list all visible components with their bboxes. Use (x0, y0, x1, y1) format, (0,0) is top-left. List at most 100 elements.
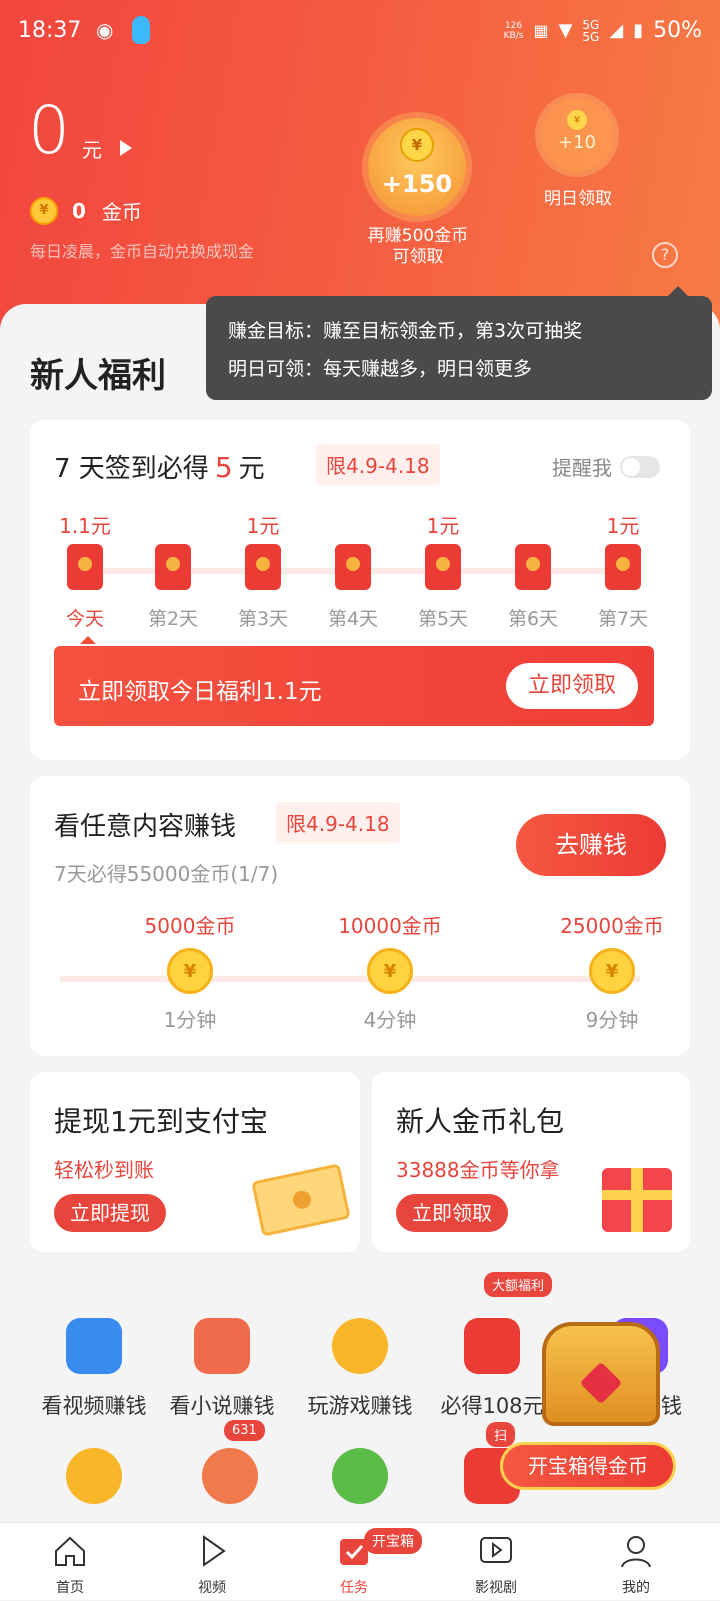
battery-icon: ▮ (633, 20, 644, 41)
remind-toggle[interactable] (620, 455, 660, 478)
claim-button[interactable]: 立即领取 (506, 663, 638, 709)
tab-mine[interactable]: 我的 (576, 1523, 696, 1601)
tab-drama[interactable]: 影视剧 (436, 1523, 556, 1601)
coin-count: 0 (72, 198, 86, 223)
home-icon (55, 1536, 85, 1566)
status-bar: 18:37 ◉ 126 KB/s ▦ ▼ 5G 5G ◢ ▮ 50% (0, 0, 720, 66)
today-pointer (80, 636, 96, 644)
day-item[interactable]: 第2天 (128, 510, 218, 631)
wifi-icon: ▼ (558, 20, 573, 41)
red-envelope-icon (425, 544, 461, 590)
coin-label: 金币 (101, 200, 142, 224)
cash-balance[interactable]: 0 (28, 92, 70, 169)
grid-item-game[interactable]: 玩游戏赚钱 (290, 1296, 430, 1420)
gift-card[interactable]: 新人金币礼包 33888金币等你拿 立即领取 (372, 1072, 690, 1252)
watch-date-tag: 限4.9-4.18 (276, 802, 400, 843)
signin-title: 7 天签到必得 5 元 (54, 451, 265, 484)
goal-amount: +150 (381, 170, 453, 198)
coin-icon: ¥ (367, 948, 413, 994)
go-earn-button[interactable]: 去赚钱 (516, 814, 666, 876)
tooltip-line-1: 赚金目标：赚至目标领金币，第3次可抽奖 (228, 320, 583, 342)
open-chest-button[interactable]: 开宝箱得金币 (500, 1442, 676, 1490)
bottom-tab-bar: 首页 视频 任务 影视剧 我的 (0, 1522, 720, 1600)
red-envelope-icon (605, 544, 641, 590)
watch-title: 看任意内容赚钱 (54, 812, 237, 842)
withdraw-card[interactable]: 提现1元到支付宝 轻松秒到账 立即提现 (30, 1072, 360, 1252)
profile-icon (621, 1536, 651, 1568)
network-type: 5G 5G (582, 17, 600, 44)
goal-caption: 再赚500金币 可领取 (367, 226, 469, 267)
gift-box-icon (602, 1168, 672, 1232)
grid-item-novel[interactable]: 看小说赚钱 (152, 1296, 292, 1420)
net-speed: 126 KB/s (503, 20, 524, 41)
tab-home[interactable]: 首页 (10, 1523, 130, 1601)
coin-icon: ¥ (589, 948, 635, 994)
day-item[interactable]: 1.1元 今天 (40, 510, 130, 631)
milestone: 10000金币 ¥ 4分钟 (338, 914, 442, 1032)
count-badge: 631 (224, 1420, 265, 1441)
status-right: 126 KB/s ▦ ▼ 5G 5G ◢ ▮ 50% (504, 18, 702, 43)
watch-earn-card: 看任意内容赚钱 限4.9-4.18 7天必得55000金币(1/7) 去赚钱 5… (30, 776, 690, 1056)
red-envelope-icon (245, 544, 281, 590)
withdraw-subtitle: 轻松秒到账 (54, 1158, 154, 1182)
big-welfare-badge: 大额福利 (484, 1272, 553, 1297)
remind-label: 提醒我 (552, 456, 612, 480)
claim-text: 立即领取今日福利1.1元 (78, 679, 322, 705)
section-title: 新人福利 (30, 356, 166, 396)
gift-subtitle: 33888金币等你拿 (396, 1158, 560, 1182)
battery-level: 50% (653, 18, 702, 43)
signin-date-tag: 限4.9-4.18 (316, 444, 440, 485)
book-icon (194, 1318, 250, 1374)
moon-icon (66, 1448, 122, 1504)
red-envelope-icon (515, 544, 551, 590)
tv-icon (480, 1537, 512, 1563)
help-tooltip: 赚金目标：赚至目标领金币，第3次可抽奖 明日可领：每天赚越多，明日领更多 (206, 286, 712, 400)
grid-item-video[interactable]: 看视频赚钱 (24, 1296, 164, 1420)
cash-stack-icon (251, 1163, 351, 1237)
red-envelope-icon (155, 544, 191, 590)
milestone: 5000金币 ¥ 1分钟 (144, 914, 236, 1032)
balance-arrow-icon[interactable] (120, 140, 132, 156)
grid-item-row2[interactable] (24, 1426, 164, 1504)
pacman-icon (332, 1318, 388, 1374)
coin-icon: ¥ (400, 128, 434, 162)
watch-progress-text: 7天必得55000金币(1/7) (54, 862, 279, 886)
cash-unit: 元 (82, 138, 102, 162)
tab-chest-badge: 开宝箱 (364, 1528, 422, 1554)
tomorrow-caption: 明日领取 (544, 189, 612, 209)
goal-coin-button[interactable]: ¥ +150 (368, 118, 466, 216)
withdraw-title: 提现1元到支付宝 (54, 1105, 268, 1138)
coin-icon: ¥ (567, 110, 587, 130)
day-item[interactable]: 第4天 (308, 510, 398, 631)
red-envelope-icon (67, 544, 103, 590)
scan-badge: 扫 (486, 1422, 516, 1447)
day-item[interactable]: 1元 第7天 (578, 510, 668, 631)
signin-days: 1.1元 今天 第2天 1元 第3天 第4天 1元 第5天 第6天 1元 第7天 (30, 510, 690, 650)
weibo-icon: ◉ (96, 18, 114, 42)
remind-toggle-row[interactable]: 提醒我 (552, 452, 660, 481)
signal-icon: ◢ (609, 20, 624, 41)
video-icon (66, 1318, 122, 1374)
red-envelope-icon (335, 544, 371, 590)
milestone: 25000金币 ¥ 9分钟 (560, 914, 664, 1032)
day-item[interactable]: 1元 第3天 (218, 510, 308, 631)
tomorrow-coin-button[interactable]: ¥ +10 (540, 98, 614, 172)
coin-balance[interactable]: ¥ 0 金币 (30, 196, 142, 225)
tree-icon (332, 1448, 388, 1504)
gift-claim-button[interactable]: 立即领取 (396, 1194, 508, 1232)
claim-bar[interactable]: 立即领取今日福利1.1元 立即领取 (54, 646, 654, 726)
gift-title: 新人金币礼包 (396, 1105, 565, 1138)
grid-item-row2[interactable] (290, 1426, 430, 1504)
qq-icon (132, 16, 150, 44)
signin-card: 7 天签到必得 5 元 限4.9-4.18 提醒我 1.1元 今天 第2天 1元 第… (30, 420, 690, 760)
nfc-icon: ▦ (533, 21, 549, 40)
day-item[interactable]: 1元 第5天 (398, 510, 488, 631)
help-icon[interactable]: ? (652, 242, 678, 268)
treasure-chest-icon[interactable] (528, 1314, 674, 1434)
play-icon (203, 1535, 226, 1567)
tab-video[interactable]: 视频 (152, 1523, 272, 1601)
withdraw-button[interactable]: 立即提现 (54, 1194, 166, 1232)
roast-chicken-icon (202, 1448, 258, 1504)
coin-icon: ¥ (167, 948, 213, 994)
day-item[interactable]: 第6天 (488, 510, 578, 631)
